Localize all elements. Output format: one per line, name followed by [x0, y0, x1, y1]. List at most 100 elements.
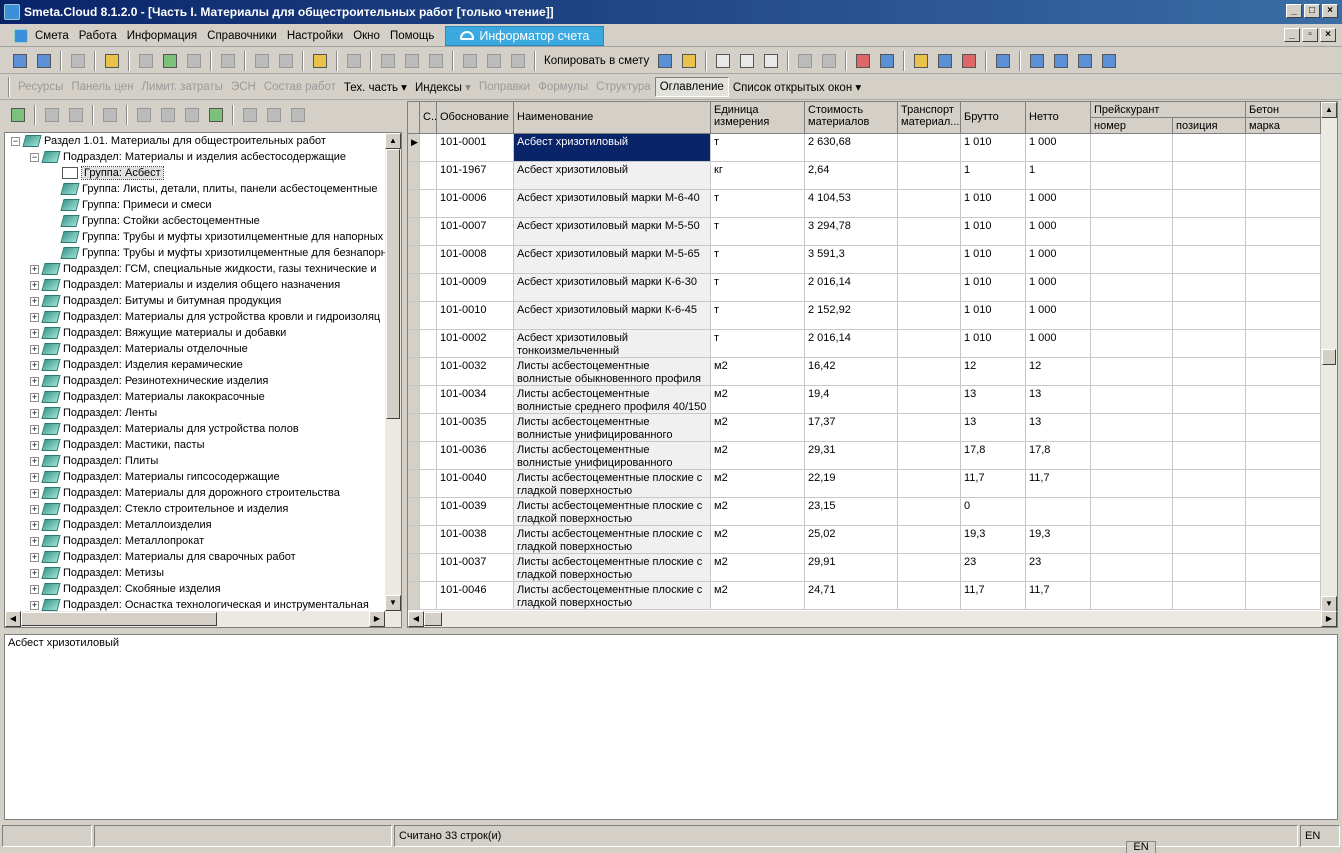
grid-scroll-right-button[interactable]: ▶ — [1321, 611, 1337, 627]
cell-net[interactable]: 1 000 — [1026, 218, 1091, 246]
cell-transport[interactable] — [898, 414, 961, 442]
cell-c[interactable] — [420, 442, 437, 470]
cell-price-number[interactable] — [1091, 386, 1173, 414]
doc-pr-icon[interactable] — [760, 50, 782, 72]
cell-beton-mark[interactable] — [1246, 246, 1321, 274]
arrow-up-icon[interactable] — [133, 104, 155, 126]
expand-icon[interactable]: + — [30, 600, 39, 610]
cell-price-number[interactable] — [1091, 218, 1173, 246]
cell-price-position[interactable] — [1173, 190, 1246, 218]
tree-subsection[interactable]: + Подраздел: Материалы для сварочных рабо… — [30, 549, 296, 565]
cell-gross[interactable]: 1 010 — [961, 218, 1026, 246]
row-indicator[interactable] — [408, 302, 420, 330]
cell-price-number[interactable] — [1091, 358, 1173, 386]
grid-scroll-left-button[interactable]: ◀ — [408, 611, 424, 627]
cell-transport[interactable] — [898, 134, 961, 162]
menu-work[interactable]: Работа — [74, 30, 122, 42]
cell-c[interactable] — [420, 582, 437, 610]
expand-icon[interactable]: + — [30, 456, 39, 466]
indent-icon[interactable] — [1026, 50, 1048, 72]
list-up-icon[interactable] — [1098, 50, 1120, 72]
cell-price-position[interactable] — [1173, 162, 1246, 190]
tree-group[interactable]: Группа: Трубы и муфты хризотилцементные … — [49, 229, 383, 245]
columns2-icon[interactable] — [818, 50, 840, 72]
expand-icon[interactable]: + — [30, 360, 39, 370]
cell-net[interactable]: 19,3 — [1026, 526, 1091, 554]
expand-icon[interactable]: + — [30, 328, 39, 338]
cell-transport[interactable] — [898, 302, 961, 330]
cell-net[interactable]: 1 000 — [1026, 190, 1091, 218]
cell-unit[interactable]: м2 — [711, 498, 805, 526]
cell-c[interactable] — [420, 498, 437, 526]
cell-c[interactable] — [420, 386, 437, 414]
cell-beton-mark[interactable] — [1246, 134, 1321, 162]
expand-icon[interactable]: + — [30, 392, 39, 402]
header-gross[interactable]: Брутто — [961, 102, 1026, 134]
find-icon[interactable] — [101, 50, 123, 72]
cell-net[interactable]: 11,7 — [1026, 582, 1091, 610]
cell-price-position[interactable] — [1173, 302, 1246, 330]
cell-transport[interactable] — [898, 218, 961, 246]
cell-price-position[interactable] — [1173, 246, 1246, 274]
cell-code[interactable]: 101-1967 — [437, 162, 514, 190]
minimize-button[interactable]: _ — [1286, 4, 1302, 18]
menu-help[interactable]: Помощь — [385, 30, 439, 42]
tree-group[interactable]: Группа: Стойки асбестоцементные — [49, 213, 260, 229]
book-icon[interactable] — [205, 104, 227, 126]
expand-icon[interactable]: + — [30, 296, 39, 306]
cell-c[interactable] — [420, 134, 437, 162]
cell-cost[interactable]: 4 104,53 — [805, 190, 898, 218]
expand-icon[interactable]: + — [30, 344, 39, 354]
cell-beton-mark[interactable] — [1246, 526, 1321, 554]
cell-gross[interactable]: 12 — [961, 358, 1026, 386]
cell-cost[interactable]: 29,91 — [805, 554, 898, 582]
cell-gross[interactable]: 0 — [961, 498, 1026, 526]
cell-cost[interactable]: 3 294,78 — [805, 218, 898, 246]
formulas-button[interactable]: Формулы — [534, 81, 592, 93]
grid-hscroll-thumb[interactable] — [424, 612, 442, 626]
tree-horizontal-scrollbar[interactable]: ◀ ▶ — [5, 611, 401, 627]
header-indicator[interactable] — [408, 102, 420, 134]
cell-price-position[interactable] — [1173, 134, 1246, 162]
cell-beton-mark[interactable] — [1246, 498, 1321, 526]
header-cost[interactable]: Стоимость материалов — [805, 102, 898, 134]
tree-subsection[interactable]: + Подраздел: Материалы для дорожного стро… — [30, 485, 340, 501]
cell-price-position[interactable] — [1173, 414, 1246, 442]
cell-code[interactable]: 101-0010 — [437, 302, 514, 330]
cell-code[interactable]: 101-0006 — [437, 190, 514, 218]
cell-gross[interactable]: 1 010 — [961, 246, 1026, 274]
cell-beton-mark[interactable] — [1246, 386, 1321, 414]
expand-icon[interactable]: + — [30, 264, 39, 274]
copy-icon[interactable] — [483, 50, 505, 72]
tree-scroll-thumb[interactable] — [386, 149, 400, 419]
tree-subsection[interactable]: + Подраздел: Битумы и битумная продукция — [30, 293, 281, 309]
cell-cost[interactable]: 2 152,92 — [805, 302, 898, 330]
paste-icon[interactable] — [507, 50, 529, 72]
cell-beton-mark[interactable] — [1246, 162, 1321, 190]
cell-price-number[interactable] — [1091, 442, 1173, 470]
header-net[interactable]: Нетто — [1026, 102, 1091, 134]
cell-name[interactable]: Листы асбестоцементные плоские с гладкой… — [514, 582, 711, 610]
cross-icon[interactable] — [99, 104, 121, 126]
cell-price-position[interactable] — [1173, 470, 1246, 498]
cell-price-position[interactable] — [1173, 218, 1246, 246]
copy-to-estimate-button[interactable]: Копировать в смету — [540, 55, 653, 67]
cell-code[interactable]: 101-0039 — [437, 498, 514, 526]
cell-c[interactable] — [420, 218, 437, 246]
cell-code[interactable]: 101-0040 — [437, 470, 514, 498]
cell-code[interactable]: 101-0036 — [437, 442, 514, 470]
cell-price-number[interactable] — [1091, 302, 1173, 330]
tree-add-icon[interactable] — [33, 50, 55, 72]
clipboard-icon[interactable] — [678, 50, 700, 72]
esn-button[interactable]: ЭСН — [227, 81, 260, 93]
cell-gross[interactable]: 11,7 — [961, 470, 1026, 498]
collapse-icon[interactable]: − — [30, 152, 39, 162]
row-indicator[interactable] — [408, 330, 420, 358]
cell-cost[interactable]: 23,15 — [805, 498, 898, 526]
header-price-position[interactable]: позиция — [1173, 118, 1246, 134]
header-name[interactable]: Наименование — [514, 102, 711, 134]
print-icon[interactable] — [251, 50, 273, 72]
structure-icon[interactable] — [377, 50, 399, 72]
outdent-icon[interactable] — [1050, 50, 1072, 72]
cell-gross[interactable]: 13 — [961, 414, 1026, 442]
